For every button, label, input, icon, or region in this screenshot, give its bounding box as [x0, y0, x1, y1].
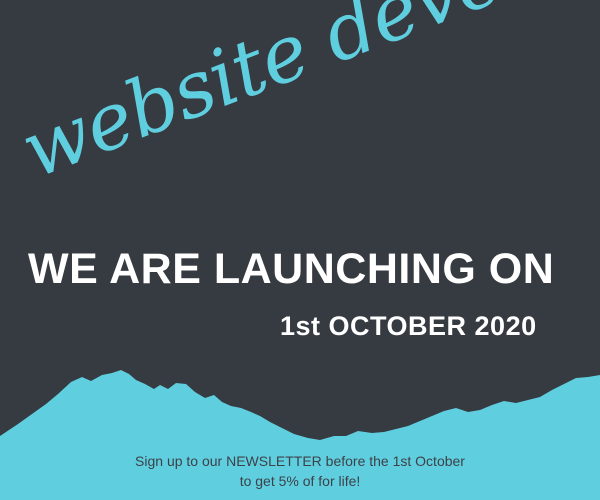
newsletter-line-2: to get 5% of for life! [239, 473, 361, 489]
newsletter-line-1: Sign up to our NEWSLETTER before the 1st… [135, 453, 465, 469]
launch-date: 1st OCTOBER 2020 [280, 311, 537, 341]
launch-banner: website development WE ARE LAUNCHING ON … [0, 0, 600, 500]
newsletter-message: Sign up to our NEWSLETTER before the 1st… [0, 451, 600, 491]
launch-headline: WE ARE LAUNCHING ON [28, 245, 555, 293]
script-title: website development [9, 0, 600, 197]
